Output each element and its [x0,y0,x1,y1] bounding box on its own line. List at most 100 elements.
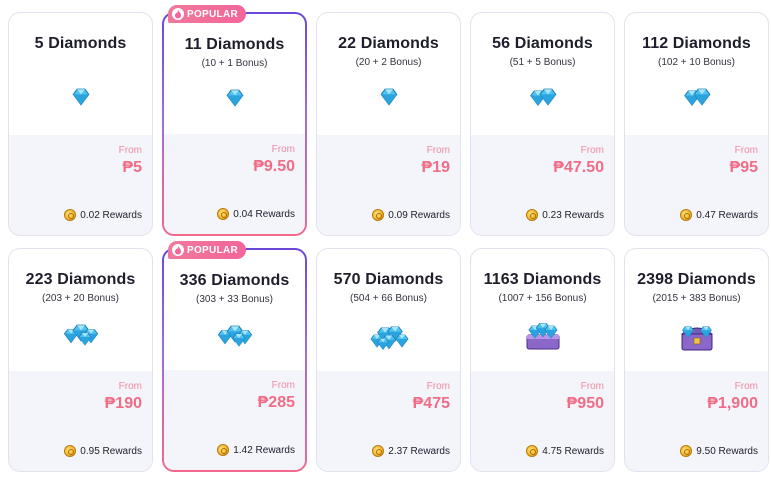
package-price-area: From ₱1,900 9.50 Rewards [625,371,768,471]
package-title: 112 Diamonds [642,35,751,52]
diamond-package-card[interactable]: 5 Diamonds From ₱5 0.02 Rewards [8,12,153,236]
package-bonus: (1007 + 156 Bonus) [498,293,587,304]
package-price-area: From ₱950 4.75 Rewards [471,371,614,471]
diamond-small-icon [223,86,247,115]
diamond-package-card[interactable]: 2398 Diamonds (2015 + 383 Bonus) From ₱1… [624,248,769,472]
coin-icon [372,445,385,457]
package-price-area: From ₱190 0.95 Rewards [9,371,152,471]
rewards-label: 0.95 Rewards [80,445,142,457]
package-price: ₱950 [566,395,604,412]
package-bonus: (51 + 5 Bonus) [509,57,576,68]
from-label: From [118,145,142,156]
diamond-package-card[interactable]: 22 Diamonds (20 + 2 Bonus) From ₱19 0.09… [316,12,461,236]
package-title: 11 Diamonds [184,36,285,53]
package-title: 223 Diamonds [25,271,136,288]
rewards-label: 2.37 Rewards [388,445,450,457]
package-price-area: From ₱95 0.47 Rewards [625,135,768,235]
package-title: 336 Diamonds [179,272,290,289]
from-label: From [271,380,295,391]
rewards-label: 9.50 Rewards [696,445,758,457]
from-label: From [734,381,758,392]
package-info: 2398 Diamonds (2015 + 383 Bonus) [625,249,768,371]
package-title: 2398 Diamonds [637,271,756,288]
diamond-package-card[interactable]: 112 Diamonds (102 + 10 Bonus) From ₱95 0… [624,12,769,236]
package-price: ₱95 [729,159,758,176]
package-price: ₱475 [412,395,450,412]
package-title: 1163 Diamonds [483,271,602,288]
diamond-cluster-icon [61,321,101,352]
package-bonus: (504 + 66 Bonus) [350,293,427,304]
package-price-area: From ₱19 0.09 Rewards [317,135,460,235]
package-price-area: From ₱285 1.42 Rewards [164,370,305,470]
package-price: ₱1,900 [707,395,758,412]
rewards-info: 2.37 Rewards [372,445,450,457]
from-label: From [426,381,450,392]
rewards-info: 0.09 Rewards [372,209,450,221]
package-price: ₱19 [421,159,450,176]
rewards-info: 0.02 Rewards [64,209,142,221]
coin-icon [217,208,230,220]
coin-icon [372,209,385,221]
package-price: ₱5 [122,159,142,176]
rewards-info: 0.95 Rewards [64,445,142,457]
diamond-chest-icon [677,321,717,360]
package-info: 112 Diamonds (102 + 10 Bonus) [625,13,768,135]
rewards-label: 4.75 Rewards [542,445,604,457]
coin-icon [526,445,539,457]
from-label: From [271,144,295,155]
package-bonus: (303 + 33 Bonus) [196,294,273,305]
from-label: From [734,145,758,156]
package-price: ₱9.50 [253,158,295,175]
from-label: From [580,145,604,156]
coin-icon [680,445,693,457]
package-title: 570 Diamonds [333,271,444,288]
diamond-package-card[interactable]: POPULAR 11 Diamonds (10 + 1 Bonus) From … [162,5,307,236]
package-price: ₱285 [257,394,295,411]
rewards-label: 0.02 Rewards [80,209,142,221]
package-price: ₱47.50 [553,159,604,176]
package-bonus: (20 + 2 Bonus) [355,57,422,68]
diamond-package-card[interactable]: POPULAR 336 Diamonds (303 + 33 Bonus) Fr… [162,241,307,472]
package-price-area: From ₱9.50 0.04 Rewards [164,134,305,234]
rewards-info: 0.47 Rewards [680,209,758,221]
diamond-small-icon [377,85,401,114]
package-title: 5 Diamonds [34,35,127,52]
package-info: 11 Diamonds (10 + 1 Bonus) [164,14,305,136]
package-bonus: (203 + 20 Bonus) [42,293,119,304]
diamond-cluster-icon [215,322,255,353]
diamond-package-card[interactable]: 1163 Diamonds (1007 + 156 Bonus) From ₱9… [470,248,615,472]
diamond-package-card[interactable]: 223 Diamonds (203 + 20 Bonus) From ₱190 [8,248,153,472]
from-label: From [426,145,450,156]
rewards-info: 0.04 Rewards [217,208,295,220]
package-title: 22 Diamonds [338,35,439,52]
diamond-package-card[interactable]: 570 Diamonds (504 + 66 Bonus) From ₱475 … [316,248,461,472]
from-label: From [118,381,142,392]
package-price-area: From ₱5 0.02 Rewards [9,135,152,235]
rewards-info: 4.75 Rewards [526,445,604,457]
package-info: 56 Diamonds (51 + 5 Bonus) [471,13,614,135]
diamond-pair-icon [527,85,559,114]
package-bonus: (102 + 10 Bonus) [658,57,735,68]
coin-icon [680,209,693,221]
rewards-label: 1.42 Rewards [233,444,295,456]
coin-icon [64,445,77,457]
rewards-label: 0.04 Rewards [233,208,295,220]
diamond-package-card[interactable]: 56 Diamonds (51 + 5 Bonus) From ₱47.50 0… [470,12,615,236]
package-info: 22 Diamonds (20 + 2 Bonus) [317,13,460,135]
diamond-pile-icon [367,321,411,356]
package-bonus: (2015 + 383 Bonus) [652,293,741,304]
coin-icon [526,209,539,221]
package-title: 56 Diamonds [492,35,593,52]
package-info: 570 Diamonds (504 + 66 Bonus) [317,249,460,371]
package-info: 5 Diamonds [9,13,152,135]
package-bonus: (10 + 1 Bonus) [201,58,268,69]
rewards-info: 9.50 Rewards [680,445,758,457]
rewards-label: 0.23 Rewards [542,209,604,221]
rewards-info: 0.23 Rewards [526,209,604,221]
package-price-area: From ₱47.50 0.23 Rewards [471,135,614,235]
diamond-package-grid: 5 Diamonds From ₱5 0.02 Rewards POPULAR … [8,5,769,472]
package-price: ₱190 [104,395,142,412]
package-info: 223 Diamonds (203 + 20 Bonus) [9,249,152,371]
package-info: 1163 Diamonds (1007 + 156 Bonus) [471,249,614,371]
coin-icon [64,209,77,221]
